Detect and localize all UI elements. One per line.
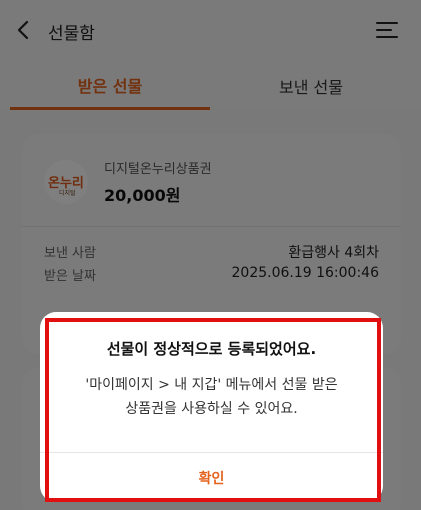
registration-dialog: 선물이 정상적으로 등록되었어요. '마이페이지 > 내 지갑' 메뉴에서 선물… — [40, 312, 383, 502]
dialog-message-line2: 상품권을 사용하실 수 있어요. — [125, 401, 298, 417]
dialog-message-line1: '마이페이지 > 내 지갑' 메뉴에서 선물 받은 — [85, 377, 338, 393]
dialog-title: 선물이 정상적으로 등록되었어요. — [106, 340, 317, 358]
confirm-button[interactable]: 확인 — [40, 453, 383, 502]
